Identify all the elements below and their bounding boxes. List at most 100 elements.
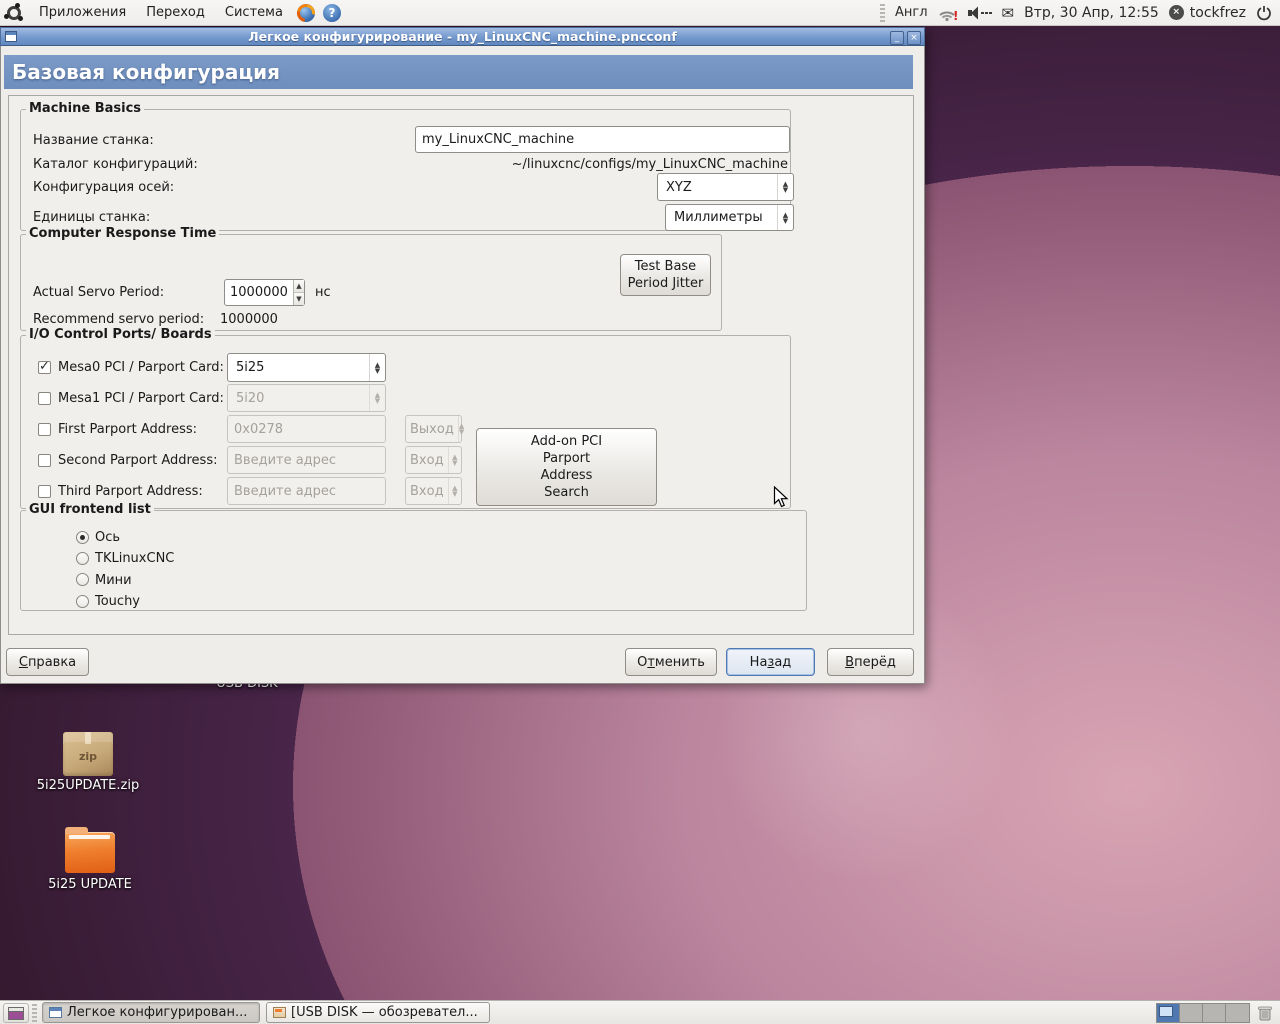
network-wifi-icon[interactable]: ! [938,5,958,21]
response-time-legend: Computer Response Time [26,226,220,241]
page-title: Базовая конфигурация [12,60,281,84]
top-panel: Приложения Переход Система ? Англ ! ✉ Вт… [0,0,1280,26]
mesa1-card-select: 5i20 ▲ ▼ [227,384,386,412]
minimize-button[interactable]: _ [890,30,904,45]
machine-basics-frame: Machine Basics Название станка: my_Linux… [20,101,794,231]
menu-applications[interactable]: Приложения [29,0,136,25]
power-icon[interactable] [1256,5,1272,21]
zip-archive-icon[interactable]: zip [63,732,113,776]
close-button[interactable]: × [907,30,921,45]
file-manager-icon [273,1007,286,1018]
applet-grip-handle[interactable] [879,3,885,22]
mesa0-card-select[interactable]: 5i25 ▲ ▼ [227,353,386,382]
ubuntu-dot [18,15,23,21]
keyboard-layout-indicator[interactable]: Англ [895,5,928,20]
task-button-pncconf[interactable]: Легкое конфигурирован... [42,1002,260,1023]
parport1-address-input: 0x0278 [227,415,386,443]
machine-name-input[interactable]: my_LinuxCNC_machine [415,126,790,153]
spin-up-icon[interactable]: ▲ [293,280,304,293]
recommend-servo-value: 1000000 [220,311,278,327]
show-desktop-button[interactable] [3,1003,29,1023]
parport2-address-input: Введите адрес [227,446,386,474]
cancel-button[interactable]: От менить [625,648,717,676]
combo-arrows-icon: ▲ ▼ [369,385,385,411]
user-status-icon: × [1168,5,1184,20]
parport2-direction-select: Вход ▲ ▼ [405,446,462,474]
window-menu-icon[interactable] [5,31,17,42]
workspace-1[interactable] [1157,1004,1180,1022]
mesa1-label: Mesa1 PCI / Parport Card: [58,390,224,406]
servo-period-spinner[interactable]: 1000000 ▲ ▼ [224,279,305,306]
mail-notification-icon[interactable]: ✉ [1002,4,1015,22]
ubuntu-dot [15,2,20,8]
io-ports-legend: I/O Control Ports/ Boards [26,327,215,342]
mouse-cursor [773,486,789,508]
parport3-address-input: Введите адрес [227,477,386,505]
parport2-checkbox[interactable] [38,454,51,467]
help-launcher-icon[interactable]: ? [322,3,341,22]
back-button[interactable]: На з ад [726,648,815,676]
machine-name-label: Название станка: [33,132,154,148]
trash-icon[interactable] [1256,1004,1274,1022]
parport1-checkbox[interactable] [38,423,51,436]
axes-config-label: Конфигурация осей: [33,179,175,195]
clock[interactable]: Втр, 30 Апр, 12:55 [1024,5,1159,21]
desktop-icon-zip-label[interactable]: 5i25UPDATE.zip [20,778,156,793]
tasklist-grip-handle[interactable] [32,1004,37,1022]
spin-down-icon[interactable]: ▼ [293,293,304,305]
window-body: Базовая конфигурация Machine Basics Назв… [0,46,925,684]
machine-basics-legend: Machine Basics [26,101,145,116]
gui-frontend-legend: GUI frontend list [26,502,154,517]
mesa0-checkbox[interactable] [38,359,51,374]
test-base-period-jitter-button[interactable]: Test Base Period Jitter [620,254,711,296]
addon-pci-search-button[interactable]: Add-on PCI Parport Address Search [476,428,657,506]
combo-arrows-icon: ▲ ▼ [447,478,461,504]
config-dir-value: ~/linuxcnc/configs/my_LinuxCNC_machine [511,156,788,172]
window-icon [49,1007,62,1018]
forward-button[interactable]: Вперёд [827,648,914,676]
machine-units-select[interactable]: Миллиметры ▲ ▼ [665,204,794,231]
help-button[interactable]: Справка [6,648,89,676]
parport3-label: Third Parport Address: [58,483,203,499]
window-title: Легкое конфигурирование - my_LinuxCNC_ma… [248,29,677,44]
ubuntu-menu-icon[interactable] [4,2,23,22]
user-menu[interactable]: × tockfrez [1168,4,1246,21]
page-content: Machine Basics Название станка: my_Linux… [8,95,914,635]
firefox-launcher-icon[interactable] [296,3,315,22]
window-titlebar[interactable]: Легкое конфигурирование - my_LinuxCNC_ma… [0,27,925,46]
parport3-direction-select: Вход ▲ ▼ [405,477,462,505]
workspace-4[interactable] [1226,1004,1249,1022]
task-button-file-manager[interactable]: [USB DISK — обозревател... [266,1002,490,1023]
gui-radio-touchy-label: Touchy [95,593,141,609]
recommend-servo-label: Recommend servo period: [33,311,205,327]
combo-arrows-icon: ▲ ▼ [777,174,793,200]
axes-config-select[interactable]: XYZ ▲ ▼ [657,173,794,201]
combo-arrows-icon: ▲ ▼ [457,416,464,442]
parport1-direction-select: Выход ▲ ▼ [405,415,464,443]
volume-muted-icon[interactable] [967,6,992,20]
gui-radio-axis[interactable] [76,531,89,544]
folder-icon[interactable] [65,827,115,873]
pncconf-window: Легкое конфигурирование - my_LinuxCNC_ma… [0,27,925,684]
zip-badge: zip [78,750,98,763]
gui-radio-touchy[interactable] [76,595,89,608]
gui-radio-tklinuxcnc[interactable] [76,552,89,565]
io-ports-frame: I/O Control Ports/ Boards Mesa0 PCI / Pa… [20,327,791,509]
workspace-2[interactable] [1180,1004,1203,1022]
parport1-label: First Parport Address: [58,421,197,437]
servo-period-label: Actual Servo Period: [33,285,165,300]
desktop-icon-folder-label[interactable]: 5i25 UPDATE [25,877,155,892]
mesa1-checkbox[interactable] [38,392,51,405]
menu-system[interactable]: Система [215,0,293,25]
workspace-3[interactable] [1203,1004,1226,1022]
page-header-band: Базовая конфигурация [4,55,913,89]
parport3-checkbox[interactable] [38,485,51,498]
menu-places[interactable]: Переход [136,0,215,25]
mesa0-label: Mesa0 PCI / Parport Card: [58,359,224,375]
config-dir-label: Каталог конфигураций: [33,156,198,172]
username: tockfrez [1189,4,1246,21]
combo-arrows-icon: ▲ ▼ [777,205,793,230]
workspace-switcher [1156,1003,1250,1023]
gui-frontend-frame: GUI frontend list Ось TKLinuxCNC Мини To… [20,502,807,611]
gui-radio-mini[interactable] [76,573,89,586]
